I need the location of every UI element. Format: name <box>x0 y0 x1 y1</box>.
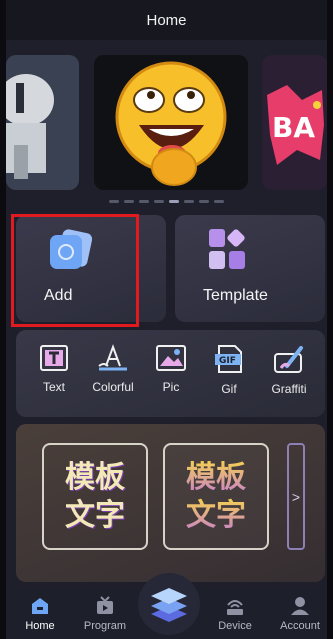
tool-label: Graffiti <box>271 382 307 396</box>
tool-label: Colorful <box>92 380 134 394</box>
laughing-emoji-icon <box>94 55 248 190</box>
create-fab-button[interactable] <box>138 573 200 635</box>
tool-label: Text <box>42 380 65 394</box>
font-template-card[interactable]: 模板 文字 <box>163 443 269 550</box>
add-cards-icon <box>50 229 92 269</box>
pager-dot <box>214 200 224 203</box>
image-icon <box>156 345 186 371</box>
banner-carousel[interactable]: BA <box>0 50 333 190</box>
carousel-slide-main[interactable] <box>94 55 248 190</box>
chevron-right-icon: > <box>291 488 301 505</box>
font-sample-line2: 文字 <box>186 497 246 533</box>
svg-text:GIF: GIF <box>219 356 236 366</box>
tool-gif[interactable]: GIF Gif <box>199 344 259 396</box>
tool-pic[interactable]: Pic <box>141 344 201 394</box>
tool-colorful[interactable]: Colorful <box>83 344 143 394</box>
more-fonts-button[interactable]: > <box>287 443 305 550</box>
tool-label: Pic <box>162 380 180 394</box>
title-bar: Home <box>0 0 333 40</box>
tool-text[interactable]: Text <box>24 344 84 394</box>
nav-home[interactable]: Home <box>10 596 70 632</box>
bam-sticker-icon: BA <box>262 55 327 190</box>
nav-label: Account <box>280 620 320 632</box>
nav-device[interactable]: Device <box>205 596 265 632</box>
pager-dot <box>109 200 119 203</box>
pager-dot <box>199 200 209 203</box>
font-templates-panel: 模板 文字 模板 文字 > <box>16 424 325 582</box>
tool-label: Gif <box>221 382 237 396</box>
template-grid-icon <box>209 229 245 269</box>
template-label: Template <box>203 287 268 304</box>
program-icon <box>97 596 113 614</box>
font-sample-line2: 文字 <box>65 497 125 533</box>
gif-icon: GIF <box>215 345 242 373</box>
pager-dot <box>124 200 134 203</box>
nav-label: Home <box>25 620 55 632</box>
layers-icon <box>151 588 187 622</box>
page-title: Home <box>146 11 187 29</box>
nav-account[interactable]: Account <box>270 596 330 632</box>
device-icon <box>227 600 243 615</box>
carousel-pager <box>0 200 333 203</box>
pager-dot <box>184 200 194 203</box>
nav-label: Device <box>218 620 252 632</box>
carousel-slide-left[interactable] <box>6 55 79 190</box>
font-sample-line1: 模板 <box>186 459 246 495</box>
text-t-icon <box>40 345 68 371</box>
pager-dot <box>139 200 149 203</box>
add-button[interactable]: Add <box>16 215 166 322</box>
carousel-slide-right[interactable]: BA <box>262 55 327 190</box>
add-label: Add <box>44 287 73 304</box>
pager-dot <box>154 200 164 203</box>
home-icon <box>32 598 48 614</box>
font-sample-line1: 模板 <box>65 459 125 495</box>
tool-graffiti[interactable]: Graffiti <box>259 344 319 396</box>
brush-icon <box>274 346 303 373</box>
tools-panel: Text Colorful Pic GIF Gif Graffiti <box>16 330 325 417</box>
nav-label: Program <box>83 620 127 632</box>
account-icon <box>291 597 309 615</box>
colorful-a-icon <box>98 344 127 371</box>
template-button[interactable]: Template <box>175 215 325 322</box>
pager-dot-active <box>169 200 179 203</box>
nav-program[interactable]: Program <box>75 596 135 632</box>
bam-text: BA <box>272 111 315 144</box>
font-template-card[interactable]: 模板 文字 <box>42 443 148 550</box>
robot-figure-icon <box>6 55 79 190</box>
